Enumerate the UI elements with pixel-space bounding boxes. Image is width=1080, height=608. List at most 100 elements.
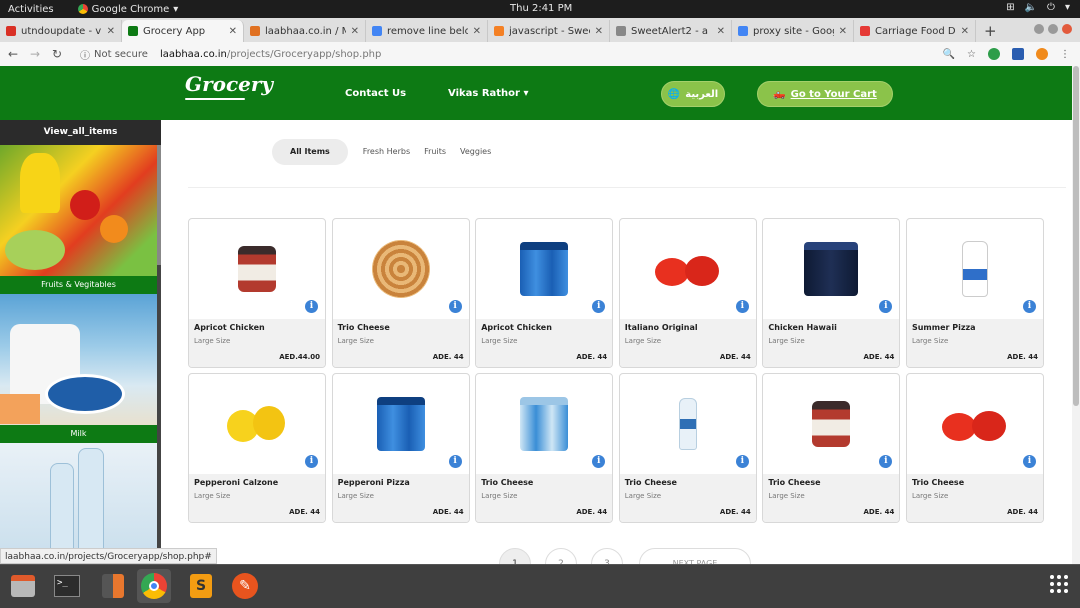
category-water[interactable] [0,443,161,564]
grocery-logo[interactable]: Grocery [185,72,273,100]
info-icon[interactable]: i [1022,300,1036,313]
filter-fruits[interactable]: Fruits [417,139,453,165]
filter-all-items[interactable]: All Items [272,139,348,165]
language-button[interactable]: 🌐 العربية [661,81,725,107]
show-applications-icon[interactable] [1050,575,1068,593]
url-path: /projects/Groceryapp/shop.php [226,48,382,60]
product-card[interactable]: i Trio Cheese Large Size ADE. 44 [905,373,1044,523]
security-indicator[interactable]: ⓘ Not secure [80,47,148,62]
extension-icon[interactable] [1012,48,1024,60]
zoom-icon[interactable]: 🔍 [943,49,955,60]
browser-tab[interactable]: Grocery App ✕ [122,20,244,42]
maximize-icon[interactable] [1048,24,1058,34]
editor-app-icon[interactable]: ✎ [228,569,262,603]
product-card[interactable]: i Trio Cheese Large Size ADE. 44 [475,373,614,523]
app-menu[interactable]: Google Chrome ▾ [77,3,178,15]
browser-tab[interactable]: remove line belo ✕ [366,20,488,42]
next-page-button[interactable]: NEXT PAGE [639,548,751,564]
info-icon[interactable]: i [448,455,462,468]
product-card[interactable]: i Apricot Chicken Large Size AED.44.00 [188,218,326,368]
files-app-icon[interactable] [6,569,40,603]
product-info: Italiano Original Large Size ADE. 44 [619,319,756,367]
close-tab-icon[interactable]: ✕ [717,26,725,37]
back-icon[interactable]: ← [4,47,22,61]
close-tab-icon[interactable]: ✕ [351,26,359,37]
info-icon[interactable]: i [879,455,893,468]
menu-icon[interactable]: ⋮ [1060,49,1070,60]
filter-tabs: All Items Fresh Herbs Fruits Veggies [272,139,498,165]
category-fruits-vegetables[interactable]: Fruits & Vegitables [0,145,161,294]
page-scrollbar[interactable] [1072,66,1080,564]
favicon-icon [616,26,626,36]
info-icon[interactable]: i [305,300,318,313]
activities-button[interactable]: Activities [8,4,54,15]
close-tab-icon[interactable]: ✕ [229,26,237,37]
terminal-app-icon[interactable]: >_ [50,569,84,603]
info-icon[interactable]: i [879,300,893,313]
extension-icon[interactable] [1036,48,1048,60]
product-info: Trio Cheese Large Size ADE. 44 [763,474,900,522]
info-icon[interactable]: i [448,300,462,313]
product-price: ADE. 44 [1007,508,1038,516]
reload-icon[interactable]: ↻ [48,47,66,61]
product-card[interactable]: i Trio Cheese Large Size ADE. 44 [762,373,901,523]
app-name: Google Chrome [91,3,170,15]
product-card[interactable]: i Pepperoni Pizza Large Size ADE. 44 [331,373,470,523]
page-2[interactable]: 2 [545,548,577,564]
info-icon[interactable]: i [592,455,606,468]
info-icon[interactable]: i [305,455,318,468]
product-info: Trio Cheese Large Size ADE. 44 [906,474,1043,522]
new-tab-icon[interactable]: + [976,20,1005,42]
calculator-app-icon[interactable] [96,569,130,603]
product-card[interactable]: i Italiano Original Large Size ADE. 44 [618,218,757,368]
close-tab-icon[interactable]: ✕ [961,26,969,37]
product-price: ADE. 44 [719,353,751,361]
sidebar-scrollbar[interactable] [157,145,161,564]
close-tab-icon[interactable]: ✕ [839,26,847,37]
clock[interactable]: Thu 2:41 PM [510,3,572,14]
browser-tab[interactable]: SweetAlert2 - a b ✕ [610,20,732,42]
star-icon[interactable]: ☆ [967,49,976,60]
filter-veggies[interactable]: Veggies [453,139,498,165]
product-card[interactable]: i Trio Cheese Large Size ADE. 44 [618,373,757,523]
view-all-items[interactable]: View_all_items [0,120,161,145]
close-tab-icon[interactable]: ✕ [595,26,603,37]
sublime-app-icon[interactable]: S [184,569,218,603]
info-icon[interactable]: i [592,300,606,313]
info-icon[interactable]: i [735,300,749,313]
product-card[interactable]: i Trio Cheese Large Size ADE. 44 [331,218,470,368]
site-header: Grocery Contact Us Vikas Rathor ▾ 🌐 العر… [0,66,1080,120]
browser-tab[interactable]: utndoupdate - vi ✕ [0,20,122,42]
extension-icon[interactable] [988,48,1000,60]
product-card[interactable]: i Summer Pizza Large Size ADE. 44 [905,218,1044,368]
browser-tab[interactable]: Carriage Food De ✕ [854,20,976,42]
product-card[interactable]: i Pepperoni Calzone Large Size ADE. 44 [188,373,326,523]
address-bar[interactable]: laabhaa.co.in/projects/Groceryapp/shop.p… [160,49,381,60]
forward-icon[interactable]: → [26,47,44,61]
cart-button[interactable]: 🛻 Go to Your Cart [757,81,893,107]
filter-fresh-herbs[interactable]: Fresh Herbs [356,139,417,165]
toolbar: ← → ↻ ⓘ Not secure laabhaa.co.in/project… [0,42,1080,66]
page-3[interactable]: 3 [591,548,623,564]
category-milk[interactable]: Milk [0,294,161,443]
page-1[interactable]: 1 [499,548,531,564]
user-menu[interactable]: Vikas Rathor ▾ [448,88,529,99]
info-icon[interactable]: i [735,455,749,468]
product-card[interactable]: i Chicken Hawaii Large Size ADE. 44 [762,218,901,368]
info-icon[interactable]: i [1022,455,1036,468]
close-tab-icon[interactable]: ✕ [107,26,115,37]
minimize-icon[interactable] [1034,24,1044,34]
category-label: Milk [0,425,157,443]
product-price: ADE. 44 [432,353,464,361]
browser-tab[interactable]: javascript - Swee ✕ [488,20,610,42]
browser-tab[interactable]: laabhaa.co.in / M ✕ [244,20,366,42]
product-size: Large Size [481,492,518,500]
system-tray[interactable]: ⊞ 🔈 ⏻ ▾ [1006,2,1070,13]
close-icon[interactable] [1062,24,1072,34]
close-tab-icon[interactable]: ✕ [473,26,481,37]
product-card[interactable]: i Apricot Chicken Large Size ADE. 44 [475,218,614,368]
contact-us-link[interactable]: Contact Us [345,88,406,99]
browser-tab[interactable]: proxy site - Goog ✕ [732,20,854,42]
chrome-app-icon[interactable] [137,569,171,603]
url-host: laabhaa.co.in [159,48,227,60]
